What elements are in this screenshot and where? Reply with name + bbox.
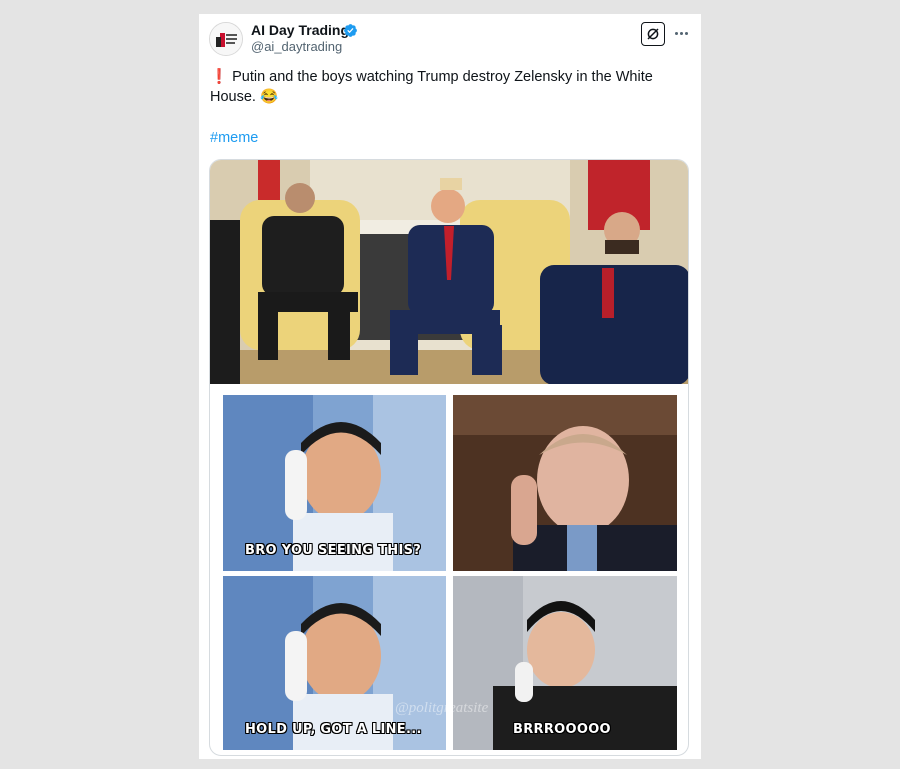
caption-bottom-right: BRRROOOOO <box>513 722 611 737</box>
laughing-emoji-icon: 😂 <box>259 89 279 105</box>
handle[interactable]: @ai_daytrading <box>251 39 342 55</box>
hashtag-link[interactable]: #meme <box>210 128 258 148</box>
verified-badge-icon <box>344 24 357 37</box>
more-dot <box>674 31 678 35</box>
putin-phone-photo <box>453 395 677 571</box>
caption-top-left: BRO YOU SEEING THIS? <box>245 543 422 558</box>
grok-button[interactable] <box>641 22 665 46</box>
tweet-card: AI Day Trading @ai_daytrading ❗ Putin an… <box>199 14 701 759</box>
more-button[interactable] <box>671 24 691 42</box>
more-dot <box>679 31 683 35</box>
meme-image[interactable]: BRO YOU SEEING THIS? HOLD UP, GOT A LINE… <box>209 159 689 756</box>
exclamation-icon: ❗ <box>210 69 229 85</box>
caption-bottom-left: HOLD UP, GOT A LINE... <box>245 722 422 737</box>
avatar[interactable] <box>209 22 243 56</box>
tweet-text: ❗ Putin and the boys watching Trump dest… <box>210 67 680 107</box>
oval-office-photo <box>210 160 688 384</box>
watermark: @politgreatsite <box>395 700 489 716</box>
display-name[interactable]: AI Day Trading <box>251 22 349 38</box>
more-dot <box>684 31 688 35</box>
xi-phone-photo-top: BRO YOU SEEING THIS? <box>223 395 446 571</box>
xi-phone-photo-bottom: HOLD UP, GOT A LINE... <box>223 576 446 750</box>
grok-icon <box>647 28 659 40</box>
kim-phone-photo: BRRROOOOO <box>453 576 677 750</box>
